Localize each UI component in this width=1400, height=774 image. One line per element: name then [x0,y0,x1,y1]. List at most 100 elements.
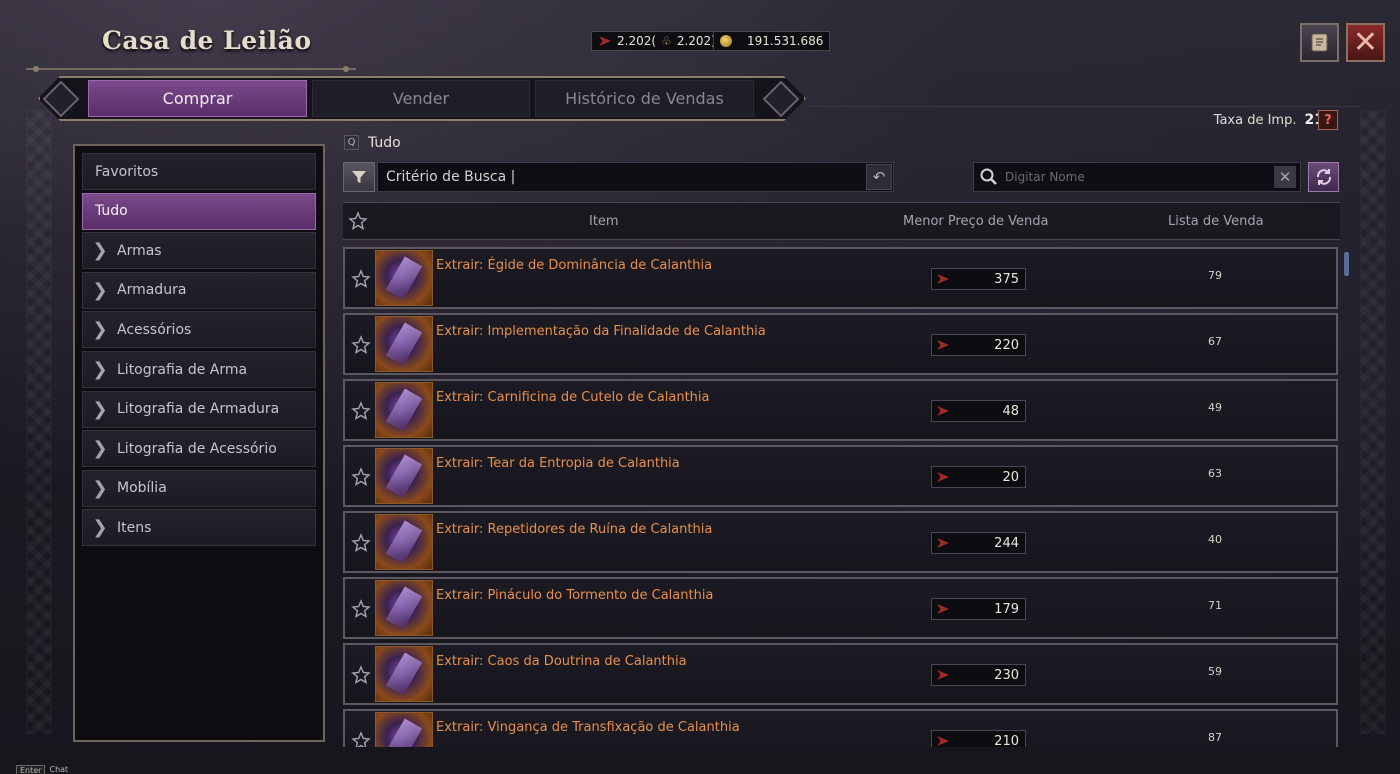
table-header: Item Menor Preço de Venda Lista de Venda [343,202,1340,240]
chat-label[interactable]: Chat [49,765,68,774]
crystal-icon [936,603,950,615]
sidebar-item-label: Litografia de Acessório [117,440,277,457]
crystal-icon [936,669,950,681]
search-criteria-field[interactable]: Critério de Busca | [377,162,894,192]
bound-crystal-icon: ♧ [661,34,672,48]
favorite-star-icon[interactable] [351,599,371,619]
tab-historico[interactable]: Histórico de Vendas [535,80,754,117]
name-search: ✕ [973,162,1301,192]
chevron-right-icon: ❯ [92,517,108,539]
chevron-right-icon: ❯ [92,477,108,499]
scrollbar-thumb[interactable] [1344,252,1349,276]
item-thumbnail [375,448,433,504]
lowest-price: 210 [931,730,1026,747]
crystal-amount: 2.202( [617,34,657,48]
filter-button[interactable] [343,162,375,192]
table-row[interactable]: Extrair: Vingança de Transfixação de Cal… [343,709,1338,747]
sidebar-item-mobilia[interactable]: ❯ Mobília [82,469,316,507]
crystal-icon [598,35,612,47]
item-name: Extrair: Carnificina de Cutelo de Calant… [436,390,710,405]
item-name: Extrair: Égide de Dominância de Calanthi… [436,258,713,273]
tab-comprar[interactable]: Comprar [88,80,307,117]
price-value: 375 [994,271,1019,287]
item-thumbnail [375,514,433,570]
chevron-right-icon: ❯ [92,398,108,420]
window-title: Casa de Leilão [102,26,312,55]
sidebar-item-armadura[interactable]: ❯ Armadura [82,271,316,309]
favorite-star-icon[interactable] [351,533,371,553]
table-row[interactable]: Extrair: Tear da Entropia de Calanthia 20… [343,445,1338,507]
gold-balance: 191.531.686 [713,31,831,51]
crystal-balance: 2.202(♧ 2.202) [591,31,723,51]
favorite-filter-icon[interactable] [348,211,368,231]
chevron-right-icon: ❯ [92,359,108,380]
favorite-star-icon[interactable] [351,269,371,289]
item-name: Extrair: Pináculo do Tormento de Calanth… [436,588,714,603]
favorite-star-icon[interactable] [351,401,371,421]
item-thumbnail [375,382,433,438]
sidebar-item-litografia-de-acessorio[interactable]: ❯ Litografia de Acessório [82,430,316,468]
listing-count: 49 [1208,401,1222,414]
item-list: Extrair: Égide de Dominância de Calanthi… [343,247,1339,747]
column-header-listings[interactable]: Lista de Venda [1168,214,1264,229]
divider [806,106,1360,107]
chevron-right-icon: ❯ [92,240,108,262]
lowest-price: 220 [931,334,1026,356]
tab-vender[interactable]: Vender [312,80,530,117]
price-value: 179 [994,601,1019,617]
item-name: Extrair: Repetidores de Ruína de Calanth… [436,522,713,537]
sidebar-item-armas[interactable]: ❯ Armas [82,232,316,270]
favorite-star-icon[interactable] [351,731,371,747]
listing-count: 67 [1208,335,1222,348]
chevron-right-icon: ❯ [92,279,108,301]
item-thumbnail [375,316,433,372]
funnel-icon [352,171,366,183]
sidebar-item-label: Itens [117,519,152,536]
item-name: Extrair: Implementação da Finalidade de … [436,324,766,339]
lowest-price: 179 [931,598,1026,620]
refresh-button[interactable] [1308,162,1339,192]
lowest-price: 230 [931,664,1026,686]
sidebar-item-tudo[interactable]: Tudo [82,192,316,230]
reset-filter-button[interactable]: ↶ [866,164,892,190]
price-value: 230 [994,667,1019,683]
close-icon: ✕ [1278,168,1292,186]
favorite-star-icon[interactable] [351,665,371,685]
sidebar-item-label: Tudo [95,203,128,220]
chat-hint: Enter Chat [16,765,68,774]
clear-search-button[interactable]: ✕ [1274,166,1296,188]
lowest-price: 48 [931,400,1026,422]
item-name: Extrair: Caos da Doutrina de Calanthia [436,654,687,669]
item-thumbnail [375,646,433,702]
price-value: 220 [994,337,1019,353]
table-row[interactable]: Extrair: Pináculo do Tormento de Calanth… [343,577,1338,639]
lowest-price: 375 [931,268,1026,290]
column-header-item[interactable]: Item [589,214,619,229]
search-input[interactable] [1005,170,1265,184]
favorite-star-icon[interactable] [351,467,371,487]
crystal-icon [936,471,950,483]
listing-count: 87 [1208,731,1222,744]
undo-icon: ↶ [872,168,886,186]
guide-button[interactable] [1300,23,1339,62]
close-button[interactable]: ✕ [1346,23,1385,62]
table-row[interactable]: Extrair: Repetidores de Ruína de Calanth… [343,511,1338,573]
scroll-icon [1311,33,1327,51]
sidebar-item-litografia-de-arma[interactable]: ❯ Litografia de Arma [82,351,316,388]
table-row[interactable]: Extrair: Égide de Dominância de Calanthi… [343,247,1338,309]
tax-help-button[interactable]: ? [1318,110,1338,130]
item-name: Extrair: Tear da Entropia de Calanthia [436,456,680,471]
sidebar-item-acessorios[interactable]: ❯ Acessórios [82,311,316,349]
item-thumbnail [375,580,433,636]
chevron-right-icon: ❯ [92,319,108,341]
sidebar-item-label: Litografia de Arma [117,361,248,378]
table-row[interactable]: Extrair: Caos da Doutrina de Calanthia 23… [343,643,1338,705]
favorite-star-icon[interactable] [351,335,371,355]
sidebar-item-litografia-de-armadura[interactable]: ❯ Litografia de Armadura [82,390,316,428]
sidebar-item-favoritos[interactable]: Favoritos [82,153,316,190]
column-header-lowest-price[interactable]: Menor Preço de Venda [903,214,1049,229]
crystal-icon [936,339,950,351]
table-row[interactable]: Extrair: Implementação da Finalidade de … [343,313,1338,375]
table-row[interactable]: Extrair: Carnificina de Cutelo de Calant… [343,379,1338,441]
sidebar-item-itens[interactable]: ❯ Itens [82,509,316,547]
